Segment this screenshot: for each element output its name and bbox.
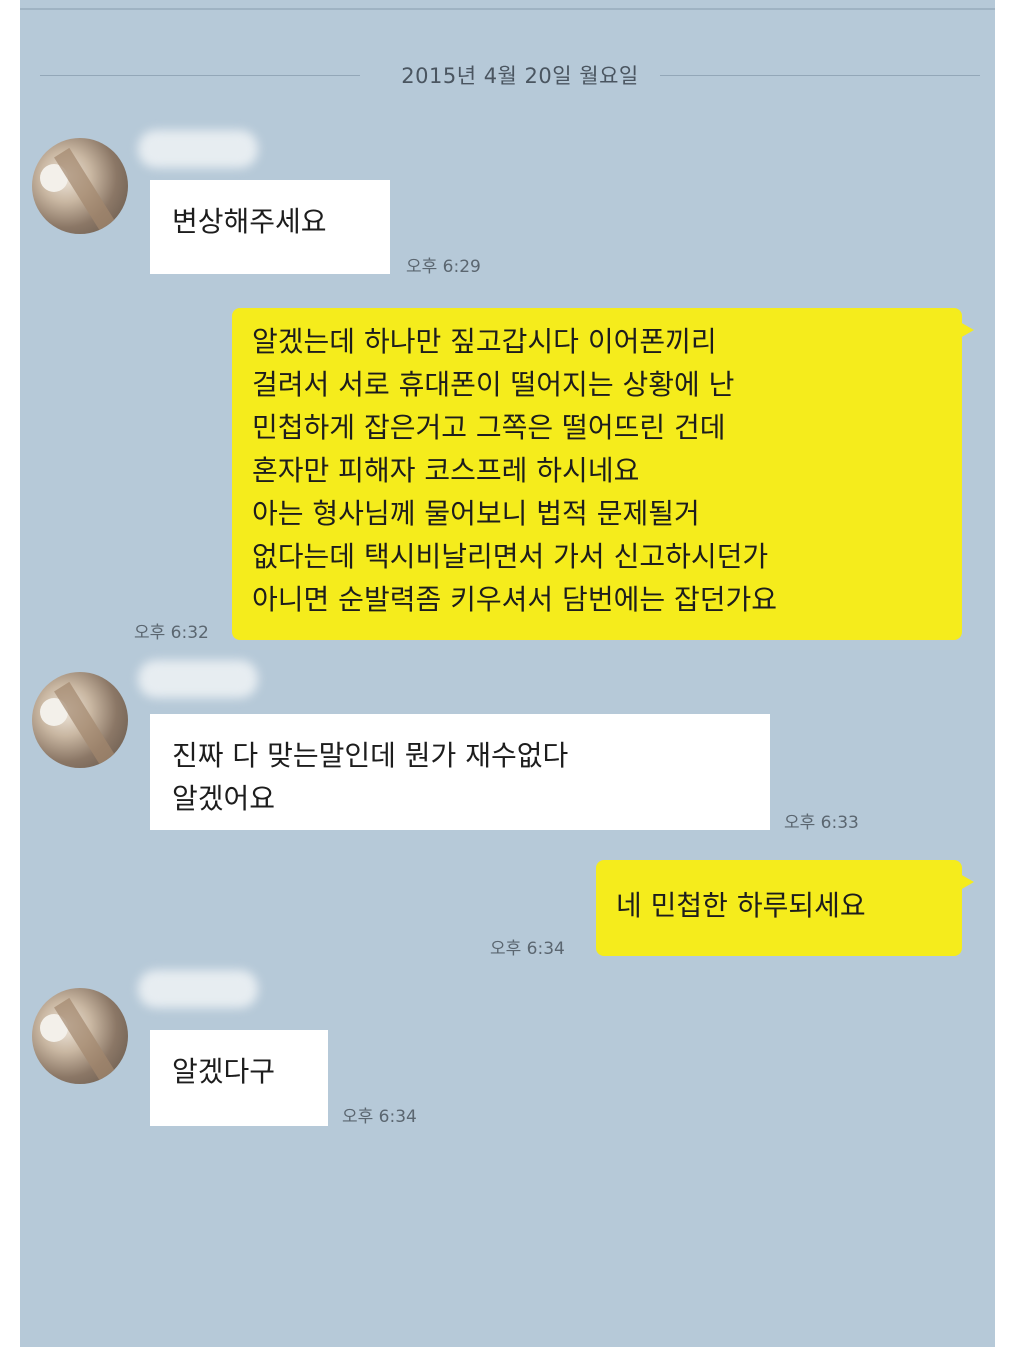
message-time: 오후 6:34 (490, 939, 565, 959)
avatar-photo-detail (54, 997, 116, 1083)
message-time: 오후 6:32 (134, 623, 209, 643)
sender-name-blurred (138, 660, 258, 698)
sender-name-blurred (138, 130, 258, 168)
chat-window: 2015년 4월 20일 월요일 변상해주세요 오후 6:29 오후 6:32 … (20, 0, 995, 1347)
message-time: 오후 6:29 (406, 257, 481, 277)
message-bubble-outgoing[interactable]: 네 민첩한 하루되세요 (596, 860, 974, 956)
avatar[interactable] (32, 988, 128, 1084)
date-separator: 2015년 4월 20일 월요일 (40, 60, 980, 90)
date-line-left (40, 75, 360, 76)
message-bubble-incoming[interactable]: 진짜 다 맞는말인데 뭔가 재수없다 알겠어요 (150, 714, 770, 830)
message-bubble-incoming[interactable]: 알겠다구 (150, 1030, 328, 1126)
sender-name-blurred (138, 970, 258, 1008)
message-bubble-outgoing[interactable]: 알겠는데 하나만 짚고갑시다 이어폰끼리 걸려서 서로 휴대폰이 떨어지는 상황… (232, 308, 974, 640)
avatar[interactable] (32, 672, 128, 768)
date-line-right (660, 75, 980, 76)
date-label: 2015년 4월 20일 월요일 (401, 64, 639, 88)
message-bubble-incoming[interactable]: 변상해주세요 (150, 180, 390, 274)
avatar-photo-detail (54, 681, 116, 767)
message-time: 오후 6:34 (342, 1107, 417, 1127)
avatar[interactable] (32, 138, 128, 234)
message-time: 오후 6:33 (784, 813, 859, 833)
top-divider (20, 8, 995, 10)
avatar-photo-detail (54, 147, 116, 233)
